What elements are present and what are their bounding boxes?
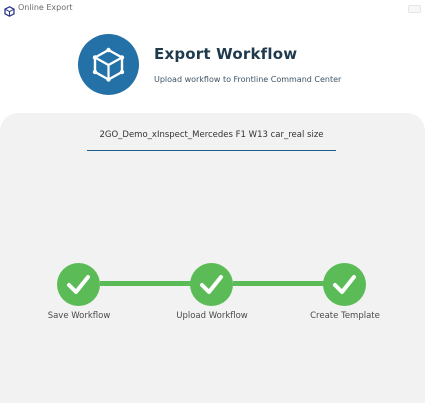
step-save-workflow-status — [57, 263, 100, 306]
progress-panel — [0, 113, 425, 403]
step-create-template-status — [323, 263, 366, 306]
step-label-create-template: Create Template — [310, 311, 380, 321]
export-logo — [78, 34, 139, 95]
step-label-save-workflow: Save Workflow — [47, 311, 111, 321]
window-control-button[interactable] — [408, 5, 421, 13]
step-label-upload-workflow: Upload Workflow — [176, 311, 248, 321]
workflow-name-field: 2GO_Demo_xInspect_Mercedes F1 W13 car_re… — [99, 130, 324, 140]
checkmark-icon — [333, 275, 356, 294]
checkmark-icon — [200, 275, 223, 294]
window-title: Online Export — [18, 3, 73, 12]
page-title: Export Workflow — [154, 45, 298, 63]
checkmark-icon — [67, 275, 90, 294]
workflow-name-underline — [87, 150, 336, 151]
step-upload-workflow-status — [190, 263, 233, 306]
app-cube-icon — [4, 2, 15, 17]
cube-icon — [92, 47, 125, 82]
title-bar: Online Export — [0, 0, 425, 17]
page-subtitle: Upload workflow to Frontline Command Cen… — [154, 75, 342, 84]
